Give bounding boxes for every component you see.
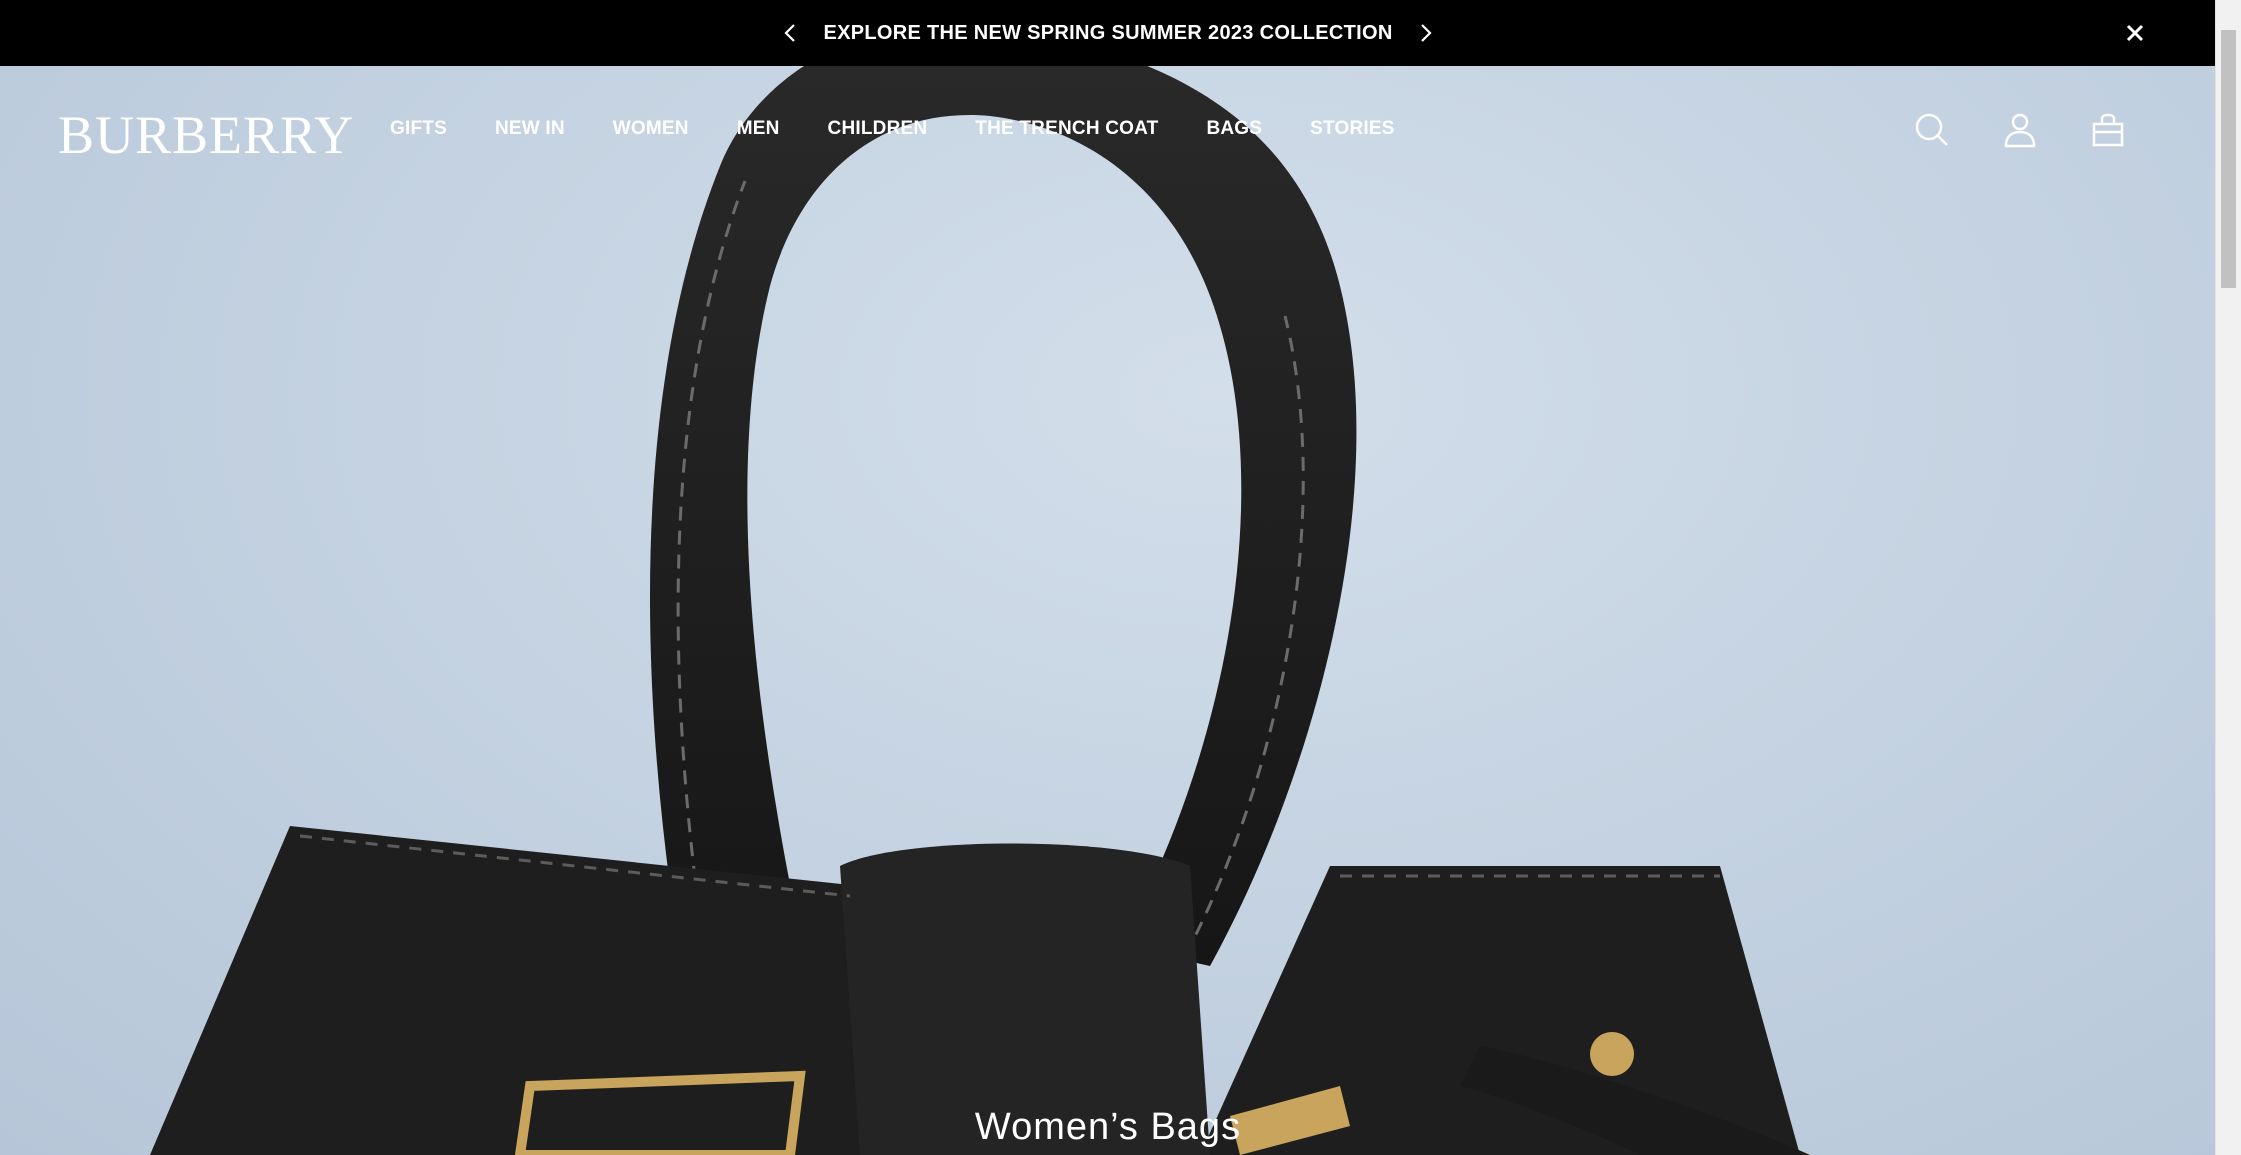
scrollbar-thumb[interactable] — [2221, 30, 2236, 288]
page-scrollbar[interactable] — [2215, 0, 2241, 1155]
handbag-image — [150, 66, 1810, 1155]
nav-item-trench-coat[interactable]: THE TRENCH COAT — [975, 118, 1158, 140]
nav-item-men[interactable]: MEN — [737, 118, 780, 140]
nav-item-women[interactable]: WOMEN — [613, 118, 689, 140]
hero-banner[interactable]: Women’s Bags — [0, 66, 2216, 1155]
brand-logo[interactable]: BURBERRY — [58, 104, 354, 166]
nav-item-children[interactable]: CHILDREN — [828, 118, 928, 140]
nav-item-new-in[interactable]: NEW IN — [495, 118, 565, 140]
account-icon[interactable] — [2000, 110, 2040, 150]
header-actions — [1912, 110, 2128, 150]
promo-text[interactable]: EXPLORE THE NEW SPRING SUMMER 2023 COLLE… — [823, 22, 1392, 45]
hero-caption[interactable]: Women’s Bags — [0, 1106, 2216, 1149]
promo-carousel: EXPLORE THE NEW SPRING SUMMER 2023 COLLE… — [775, 18, 1440, 48]
site-header: BURBERRY GIFTS NEW IN WOMEN MEN CHILDREN… — [0, 66, 2216, 198]
search-icon[interactable] — [1912, 110, 1952, 150]
chevron-right-icon[interactable] — [1411, 18, 1441, 48]
nav-item-stories[interactable]: STORIES — [1310, 118, 1394, 140]
promo-bar: EXPLORE THE NEW SPRING SUMMER 2023 COLLE… — [0, 0, 2216, 66]
bag-icon[interactable] — [2088, 110, 2128, 150]
nav-item-bags[interactable]: BAGS — [1206, 118, 1262, 140]
nav-item-gifts[interactable]: GIFTS — [390, 118, 447, 140]
close-icon[interactable] — [2120, 18, 2150, 48]
chevron-left-icon[interactable] — [775, 18, 805, 48]
main-nav: GIFTS NEW IN WOMEN MEN CHILDREN THE TREN… — [390, 118, 1443, 140]
